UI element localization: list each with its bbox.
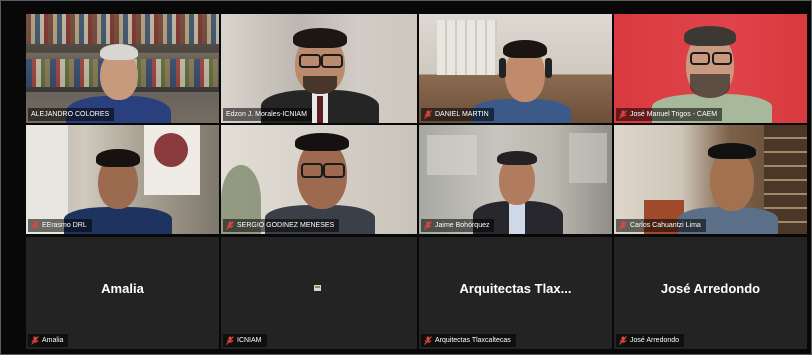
video-tile-icniam[interactable]: ICNIAM [221,237,417,349]
muted-microphone-icon [619,336,627,345]
participant-name-label: Arquitectas Tlaxcaltecas [421,334,516,347]
participant-name: SERGIO GODINEZ MENESES [237,222,335,229]
participant-display-name: Arquitectas Tlax... [459,281,572,296]
video-tile-erasmo[interactable]: EErasmo DRL [26,125,219,234]
muted-microphone-icon [31,336,39,345]
video-tile-sergio[interactable]: SERGIO GODINEZ MENESES [221,125,417,234]
participant-name-label: SERGIO GODINEZ MENESES [223,219,340,232]
video-conference-gallery: ALEJANDRO COLORES Edzon J. Morales-ICNIA… [0,0,812,355]
participant-display-name: Amalia [101,281,144,296]
muted-microphone-icon [424,336,432,345]
muted-microphone-icon [424,110,432,119]
participant-name-label: José Arredondo [616,334,685,347]
muted-microphone-icon [226,221,234,230]
profile-logo-icon [314,285,321,291]
video-tile-alejandro[interactable]: ALEJANDRO COLORES [26,14,219,123]
muted-microphone-icon [619,110,627,119]
participant-name: Arquitectas Tlaxcaltecas [435,337,511,344]
participant-name: ALEJANDRO COLORES [31,111,110,118]
muted-microphone-icon [424,221,432,230]
participant-name-label: DANIEL MARTIN [421,108,494,121]
participant-name: EErasmo DRL [42,222,87,229]
muted-microphone-icon [31,221,39,230]
video-tile-amalia[interactable]: Amalia Amalia [26,237,219,349]
participant-name: Edzon J. Morales-ICNIAM [226,111,307,118]
participant-name: Jaime Bohórquez [435,222,490,229]
video-tile-daniel[interactable]: DANIEL MARTIN [419,14,612,123]
participant-name: José Arredondo [630,337,680,344]
participant-name-label: Edzon J. Morales-ICNIAM [223,108,312,121]
video-tile-jose-manuel[interactable]: José Manuel Trigos - CAEM [614,14,807,123]
participant-name-label: José Manuel Trigos - CAEM [616,108,723,121]
participant-display-name: José Arredondo [660,281,761,296]
participant-name-label: Jaime Bohórquez [421,219,495,232]
video-tile-carlos[interactable]: Carlos Cahuantzi Lima [614,125,807,234]
participant-name: Carlos Cahuantzi Lima [630,222,701,229]
participant-name-label: Amalia [28,334,69,347]
participant-name-label: Carlos Cahuantzi Lima [616,219,706,232]
participant-name: José Manuel Trigos - CAEM [630,111,718,118]
video-tile-arquitectas[interactable]: Arquitectas Tlax... Arquitectas Tlaxcalt… [419,237,612,349]
video-tile-edzon[interactable]: Edzon J. Morales-ICNIAM [221,14,417,123]
video-tile-jaime[interactable]: Jaime Bohórquez [419,125,612,234]
participant-name: DANIEL MARTIN [435,111,489,118]
participant-name-label: ICNIAM [223,334,267,347]
participant-name: ICNIAM [237,337,262,344]
participant-name-label: ALEJANDRO COLORES [28,108,115,121]
muted-microphone-icon [226,336,234,345]
participant-name-label: EErasmo DRL [28,219,92,232]
emblem-icon [154,133,188,167]
video-tile-jose-arredondo[interactable]: José Arredondo José Arredondo [614,237,807,349]
participant-name: Amalia [42,337,64,344]
muted-microphone-icon [619,221,627,230]
